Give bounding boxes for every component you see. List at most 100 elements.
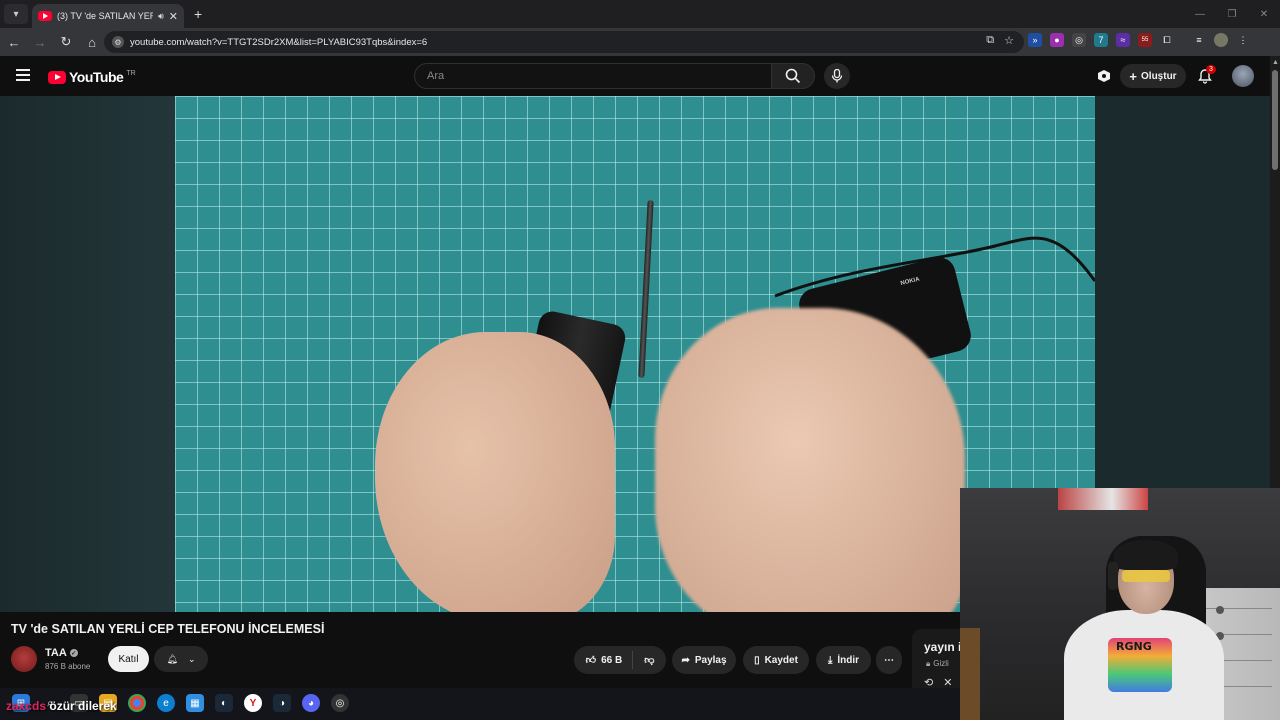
plus-icon: +	[1129, 68, 1138, 84]
edge-icon[interactable]: e	[157, 694, 175, 712]
browser-tab-bar: ▾ (3) TV 'de SATILAN YERLİ CEP TELEFONU …	[0, 0, 1280, 28]
app-icon[interactable]: ◎	[331, 694, 349, 712]
headset-mic	[1108, 562, 1118, 590]
account-avatar[interactable]	[1232, 65, 1254, 87]
youtube-logo-text: YouTube	[69, 69, 124, 85]
tab-search-menu-button[interactable]: ▾	[4, 4, 28, 24]
close-window-icon[interactable]: ✕	[1248, 0, 1280, 28]
lock-icon: 🔒︎	[926, 659, 931, 668]
minimize-icon[interactable]: —	[1184, 0, 1216, 28]
bookmark-star-icon[interactable]: ☆	[1004, 34, 1014, 47]
like-button[interactable]: 👍︎ 66 B	[586, 651, 634, 669]
share-arrow-icon: ➦	[681, 654, 690, 666]
chrome-icon[interactable]	[128, 694, 146, 712]
playlist-title[interactable]: yayın i	[924, 640, 961, 654]
save-button[interactable]: ▯ Kaydet	[743, 646, 809, 674]
browser-tab-active[interactable]: (3) TV 'de SATILAN YERLİ CEP TELEFONU İN…	[32, 4, 184, 28]
channel-name[interactable]: TAA	[45, 647, 67, 659]
forward-arrow-icon[interactable]: →	[28, 30, 52, 54]
extensions-puzzle-icon[interactable]: ⧠	[1160, 33, 1174, 47]
discord-icon[interactable]: ◕	[302, 694, 320, 712]
channel-avatar[interactable]	[11, 646, 37, 672]
microphone-icon	[831, 69, 843, 83]
chevron-down-icon: ⌄	[187, 653, 196, 664]
download-label: İndir	[837, 654, 860, 666]
channel-name-row[interactable]: TAA ✓	[45, 647, 78, 659]
url-text[interactable]: youtube.com/watch?v=TTGT2SDr2XM&list=PLY…	[130, 37, 427, 48]
create-label: Oluştur	[1141, 70, 1177, 82]
extension-2-icon[interactable]: ●	[1050, 33, 1064, 47]
like-count: 66 B	[601, 654, 623, 666]
more-actions-button[interactable]: ⋯	[876, 646, 902, 674]
download-button[interactable]: ⤓ İndir	[816, 646, 871, 674]
search-box	[414, 63, 772, 89]
home-icon[interactable]: ⌂	[80, 30, 104, 54]
windows-taskbar: ⊞ ⌕ ▭ ▤ e ▦ ◐ Y ◑ ◕ ◎	[0, 688, 960, 720]
video-title: TV 'de SATILAN YERLİ CEP TELEFONU İNCELE…	[11, 622, 325, 636]
store-icon[interactable]: ▦	[186, 694, 204, 712]
webcam-overlay: RGNG	[960, 488, 1280, 720]
shirt-text: RGNG	[1116, 640, 1152, 653]
bookmark-icon: ▯	[754, 654, 760, 666]
drawer-knob	[1216, 606, 1224, 614]
window-controls: — ❐ ✕	[1184, 0, 1280, 28]
extension-1-icon[interactable]: »	[1028, 33, 1042, 47]
video-frame[interactable]: NOKIA	[175, 96, 1095, 612]
extensions-row: » ● ◎ 7 ≈ 55 ⧠ ≡ ⋮	[1028, 33, 1250, 47]
subscription-bell-button[interactable]: 🔔︎ ⌄	[154, 646, 208, 672]
left-hand	[375, 332, 615, 612]
browser-menu-icon[interactable]: ⋮	[1236, 33, 1250, 47]
hamburger-menu-icon[interactable]	[16, 69, 30, 81]
reload-icon[interactable]: ↻	[54, 30, 78, 54]
share-label: Paylaş	[694, 654, 727, 666]
steam-icon[interactable]: ◐	[215, 694, 233, 712]
yandex-icon[interactable]: Y	[244, 694, 262, 712]
verified-check-icon: ✓	[69, 649, 78, 657]
site-info-icon[interactable]: ⚙	[112, 36, 124, 48]
steam-alt-icon[interactable]: ◑	[273, 694, 291, 712]
youtube-logo[interactable]: YouTube TR	[48, 69, 136, 85]
chat-overlay: zaxcds özür dilerek	[6, 699, 117, 713]
playlist-visibility: 🔒︎ Gizli	[926, 659, 949, 669]
create-button[interactable]: + Oluştur	[1120, 64, 1186, 88]
back-arrow-icon[interactable]: ←	[2, 30, 26, 54]
browser-toolbar: ← → ↻ ⌂ ⚙ youtube.com/watch?v=TTGT2SDr2X…	[0, 28, 1280, 56]
youtube-header: YouTube TR + Oluştur 3	[0, 56, 1280, 96]
search-button[interactable]	[771, 63, 815, 89]
new-tab-button[interactable]: +	[194, 6, 202, 22]
scrollbar-thumb[interactable]	[1272, 70, 1278, 170]
extension-6-icon[interactable]: 55	[1138, 33, 1152, 47]
thumbs-down-icon: 👎︎	[644, 655, 655, 666]
share-button[interactable]: ➦ Paylaş	[672, 646, 736, 674]
chat-user: zaxcds	[6, 699, 47, 713]
bell-icon: 🔔︎	[166, 653, 178, 664]
scroll-up-arrow-icon[interactable]: ▲	[1272, 59, 1279, 66]
guitar-edge	[960, 628, 980, 720]
notification-count-badge: 3	[1206, 65, 1216, 74]
youtube-play-icon	[48, 70, 66, 84]
install-app-icon[interactable]: ⧉	[986, 34, 994, 47]
save-label: Kaydet	[764, 654, 798, 666]
thumbs-up-icon: 👍︎	[585, 655, 597, 666]
extension-4-icon[interactable]: 7	[1094, 33, 1108, 47]
close-tab-icon[interactable]: ✕	[169, 10, 178, 23]
dislike-button[interactable]: 👎︎	[638, 654, 654, 666]
youtube-favicon-icon	[38, 11, 52, 21]
search-input[interactable]	[427, 70, 727, 82]
wall-poster	[1058, 488, 1148, 510]
extension-3-icon[interactable]: ◎	[1072, 33, 1086, 47]
right-hand	[655, 308, 965, 612]
reading-list-icon[interactable]: ≡	[1192, 33, 1206, 47]
visibility-label: Gizli	[933, 659, 949, 668]
join-button[interactable]: Katıl	[108, 646, 149, 672]
search-icon	[785, 68, 801, 84]
cast-icon[interactable]	[1096, 68, 1112, 84]
subscriber-count: 876 B abone	[45, 662, 91, 671]
address-bar[interactable]: ⚙ youtube.com/watch?v=TTGT2SDr2XM&list=P…	[104, 31, 1024, 53]
speaker-icon[interactable]: 🔊︎	[158, 11, 164, 22]
extension-5-icon[interactable]: ≈	[1116, 33, 1130, 47]
maximize-icon[interactable]: ❐	[1216, 0, 1248, 28]
profile-avatar[interactable]	[1214, 33, 1228, 47]
voice-search-button[interactable]	[824, 63, 850, 89]
yellow-glasses	[1122, 570, 1170, 582]
